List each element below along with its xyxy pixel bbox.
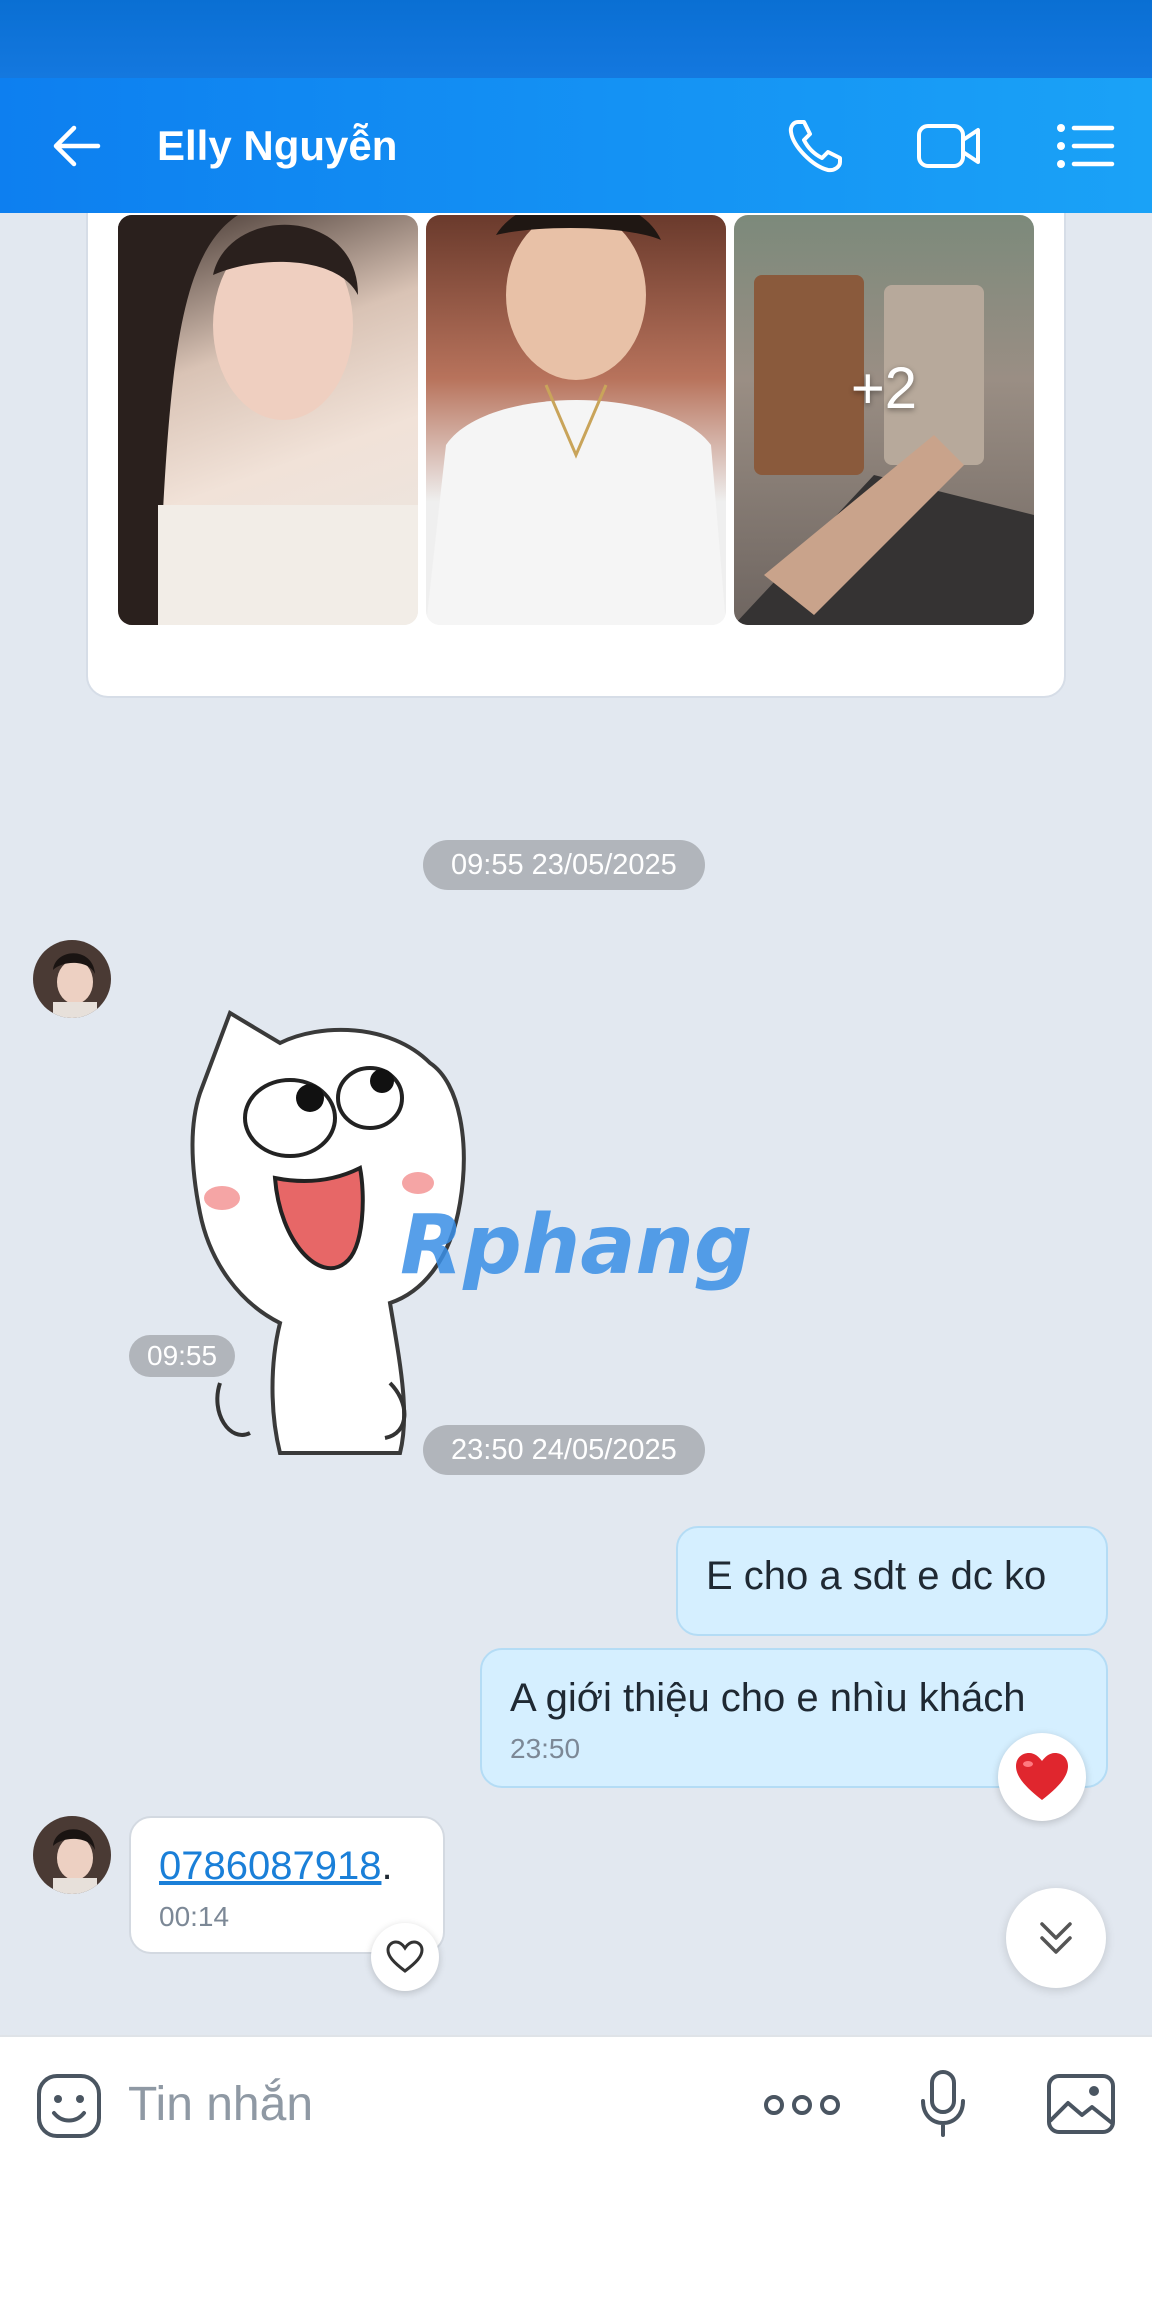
chat-header: Elly Nguyễn [0,78,1152,213]
red-heart-icon [1016,1753,1068,1800]
album-photo-2[interactable] [426,215,726,625]
phone-number-link[interactable]: 0786087918 [159,1844,381,1888]
avatar[interactable] [33,940,111,1018]
menu-list-icon[interactable] [1054,116,1120,176]
message-timestamp: 23:50 [510,1733,581,1764]
photo-album-message[interactable]: +2 [86,213,1066,698]
message-composer: Tin nhắn [0,2035,1152,2304]
message-text: E cho a sdt e dc ko [706,1554,1047,1598]
more-photos-count: +2 [850,356,918,421]
more-options-icon[interactable] [762,2087,842,2123]
sticker-watermark-text: Rphang [400,1198,753,1293]
date-divider: 23:50 24/05/2025 [423,1425,705,1475]
contact-name[interactable]: Elly Nguyễn [157,122,397,170]
outgoing-message[interactable]: E cho a sdt e dc ko [676,1526,1108,1636]
message-input[interactable]: Tin nhắn [128,2077,313,2132]
sticker-timestamp: 09:55 [129,1335,236,1377]
message-timestamp: 00:14 [159,1901,230,1932]
phone-call-icon[interactable] [784,116,850,176]
avatar[interactable] [33,1816,111,1894]
image-gallery-icon[interactable] [1046,2073,1116,2135]
react-button[interactable] [371,1923,439,1991]
album-photo-3[interactable]: +2 [734,215,1034,625]
message-text: A giới thiệu cho e nhìu khách [510,1676,1026,1720]
double-chevron-down-icon [1040,1922,1072,1954]
scroll-to-bottom-button[interactable] [1006,1888,1106,1988]
back-arrow-icon[interactable] [48,118,104,174]
date-divider: 09:55 23/05/2025 [423,840,705,890]
emoji-sticker-icon[interactable] [36,2073,102,2139]
microphone-icon[interactable] [918,2069,968,2137]
message-list[interactable]: +2 09:55 23/05/2025 Rphang 09:55 23:50 2… [0,213,1152,2035]
message-suffix: . [381,1844,393,1888]
album-photo-1[interactable] [118,215,418,625]
reaction-heart-button[interactable] [998,1733,1086,1821]
video-call-icon[interactable] [916,116,982,176]
heart-outline-icon [386,1940,424,1973]
status-bar [0,0,1152,78]
